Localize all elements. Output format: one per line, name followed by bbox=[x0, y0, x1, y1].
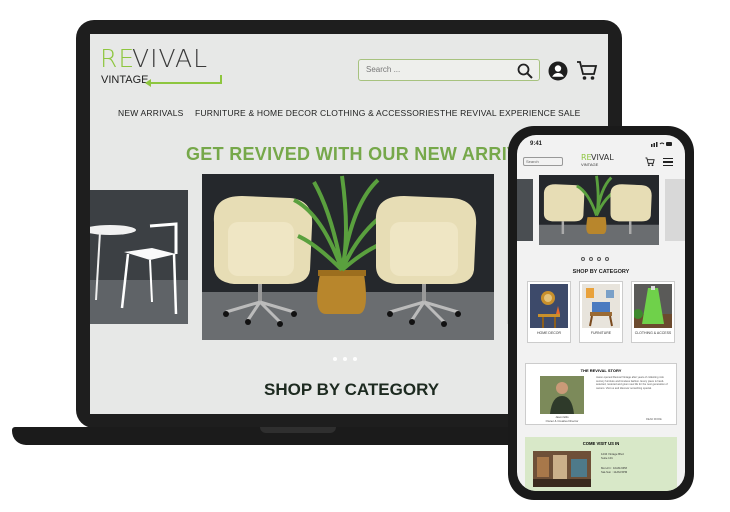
clothing-image bbox=[634, 284, 672, 328]
mobile-site: 9:41 Search RE VIVAL VINTAGE SHOP BY CAT… bbox=[517, 135, 685, 491]
revival-story-title: THE REVIVAL STORY bbox=[580, 368, 622, 373]
nav-furniture-home-decor[interactable]: FURNITURE & HOME DECOR bbox=[195, 108, 317, 118]
nav-revival-experience[interactable]: THE REVIVAL EXPERIENCE bbox=[440, 108, 556, 118]
hero-title: GET REVIVED WITH OUR NEW ARRIVAL bbox=[186, 144, 543, 164]
furniture-image bbox=[582, 284, 620, 328]
mockup-stage: RE VIVAL VINTAGE Search ... NEW ARRIVALS… bbox=[0, 0, 730, 512]
nav-new-arrivals[interactable]: NEW ARRIVALS bbox=[118, 108, 184, 118]
mobile-carousel-active[interactable] bbox=[539, 175, 659, 245]
revival-story-card: THE REVIVAL STORY Jason Ellis Owner & Cre… bbox=[525, 363, 677, 425]
owner-caption: Jason Ellis Owner & Creative Director bbox=[545, 415, 579, 423]
brand-logo[interactable]: RE VIVAL VINTAGE bbox=[100, 46, 222, 88]
status-time: 9:41 bbox=[530, 141, 543, 147]
mobile-brand-logo[interactable]: RE VIVAL VINTAGE bbox=[581, 153, 617, 169]
store-address: 1234 Vintage Blvd Suite 101 bbox=[601, 452, 624, 460]
search-placeholder: Search ... bbox=[366, 65, 401, 74]
home-decor-image bbox=[530, 284, 568, 328]
mobile-shop-by-category-heading: SHOP BY CATEGORY bbox=[572, 269, 630, 275]
mobile-logo-vintage: VINTAGE bbox=[581, 162, 599, 167]
search-icon[interactable] bbox=[517, 63, 533, 79]
main-nav: NEW ARRIVALS FURNITURE & HOME DECOR CLOT… bbox=[118, 108, 588, 122]
mobile-search-input[interactable]: Search bbox=[523, 157, 563, 166]
owner-photo bbox=[540, 376, 584, 414]
search-input[interactable]: Search ... bbox=[358, 59, 540, 81]
laptop-base bbox=[12, 427, 584, 445]
hamburger-menu-icon[interactable] bbox=[663, 158, 673, 166]
carousel-slide-active[interactable] bbox=[202, 174, 494, 340]
status-icons bbox=[651, 142, 672, 147]
category-card-clothing[interactable]: CLOTHING & ACCESS bbox=[631, 281, 675, 343]
mobile-carousel-next[interactable] bbox=[665, 179, 685, 241]
mobile-carousel-prev[interactable] bbox=[517, 179, 533, 241]
logo-vintage: VINTAGE bbox=[101, 74, 149, 86]
visit-us-card: COME VISIT US IN 1234 Vintage Blvd Suite… bbox=[525, 437, 677, 491]
account-icon[interactable] bbox=[548, 61, 568, 81]
carousel-slide-prev[interactable] bbox=[90, 190, 188, 324]
logo-vival: VIVAL bbox=[132, 44, 209, 73]
nav-sale[interactable]: SALE bbox=[558, 108, 581, 118]
nav-clothing-accessories[interactable]: CLOTHING & ACCESSORIES bbox=[320, 108, 440, 118]
read-more-link[interactable]: READ MORE bbox=[646, 418, 662, 421]
category-label: FURNITURE bbox=[590, 331, 612, 335]
store-photo bbox=[533, 451, 591, 487]
mobile-cart-icon[interactable] bbox=[645, 157, 655, 167]
store-hours: Mon-Fri : 10AM-6PM Sat-Sun : 11AM-5PM bbox=[601, 466, 628, 474]
mobile-logo-vival: VIVAL bbox=[591, 153, 614, 162]
cart-icon[interactable] bbox=[576, 60, 598, 82]
logo-arrow-icon bbox=[145, 75, 222, 87]
mobile-carousel-dots[interactable] bbox=[579, 248, 619, 261]
carousel-dots[interactable] bbox=[330, 348, 370, 361]
logo-re: RE bbox=[100, 44, 136, 73]
visit-us-title: COME VISIT US IN bbox=[582, 441, 620, 446]
shop-by-category-heading: SHOP BY CATEGORY bbox=[264, 380, 440, 399]
category-label: CLOTHING & ACCESS bbox=[634, 331, 672, 335]
category-card-home-decor[interactable]: HOME DECOR bbox=[527, 281, 571, 343]
category-label: HOME DECOR bbox=[536, 331, 562, 335]
revival-story-text: Jason opened Revival Vintage after years… bbox=[596, 376, 668, 390]
category-card-furniture[interactable]: FURNITURE bbox=[579, 281, 623, 343]
